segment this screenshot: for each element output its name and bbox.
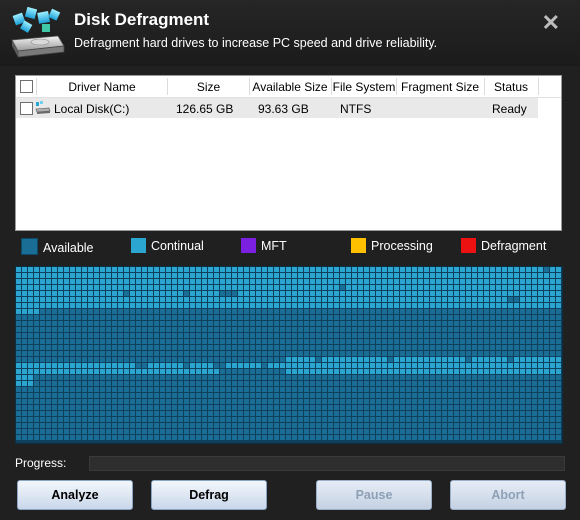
legend-continual-swatch xyxy=(131,238,146,253)
disk-cluster-map xyxy=(15,266,563,444)
legend-defragment: Defragment xyxy=(461,238,546,256)
legend-processing: Processing xyxy=(351,238,433,256)
abort-button[interactable]: Abort xyxy=(450,480,566,510)
column-file-system[interactable]: File System xyxy=(332,80,396,94)
legend-continual-label: Continual xyxy=(151,239,204,253)
legend-mft-swatch xyxy=(241,238,256,253)
hard-drive-icon xyxy=(35,101,51,114)
legend-defragment-label: Defragment xyxy=(481,239,547,253)
row-checkbox[interactable] xyxy=(20,102,33,115)
legend-processing-label: Processing xyxy=(371,239,433,253)
legend-processing-swatch xyxy=(351,238,366,253)
disk-defrag-logo-icon xyxy=(11,6,65,58)
column-available-size[interactable]: Available Size xyxy=(250,80,330,94)
pause-button[interactable]: Pause xyxy=(316,480,432,510)
column-status[interactable]: Status xyxy=(485,80,537,94)
progress-label: Progress: xyxy=(15,456,67,470)
drive-available-size: 93.63 GB xyxy=(258,102,309,116)
legend-available-label: Available xyxy=(43,241,94,255)
drive-list: Driver Name Size Available Size File Sys… xyxy=(15,75,562,231)
legend-defragment-swatch xyxy=(461,238,476,253)
header: Disk Defragment Defragment hard drives t… xyxy=(0,0,580,66)
disk-cluster-map-grid xyxy=(16,267,561,440)
legend-available-swatch xyxy=(21,238,38,255)
table-row[interactable]: Local Disk(C:) 126.65 GB 93.63 GB NTFS R… xyxy=(16,98,538,118)
drive-name: Local Disk(C:) xyxy=(54,102,130,116)
progress-bar xyxy=(89,456,565,471)
legend-mft: MFT xyxy=(241,238,287,256)
page-title: Disk Defragment xyxy=(74,10,210,29)
drive-size: 126.65 GB xyxy=(176,102,234,116)
legend-available: Available xyxy=(21,238,94,256)
drive-file-system: NTFS xyxy=(340,102,372,116)
close-icon[interactable]: ✕ xyxy=(542,10,560,36)
drive-list-header: Driver Name Size Available Size File Sys… xyxy=(16,76,561,98)
column-driver-name[interactable]: Driver Name xyxy=(37,80,167,94)
legend-continual: Continual xyxy=(131,238,204,256)
defrag-button[interactable]: Defrag xyxy=(151,480,267,510)
analyze-button[interactable]: Analyze xyxy=(17,480,133,510)
disk-defragment-window: Disk Defragment Defragment hard drives t… xyxy=(0,0,580,520)
column-size[interactable]: Size xyxy=(168,80,249,94)
select-all-checkbox[interactable] xyxy=(20,80,33,93)
legend-mft-label: MFT xyxy=(261,239,287,253)
page-subtitle: Defragment hard drives to increase PC sp… xyxy=(74,36,438,50)
column-fragment-size[interactable]: Fragment Size xyxy=(397,80,483,94)
drive-status: Ready xyxy=(492,102,527,116)
